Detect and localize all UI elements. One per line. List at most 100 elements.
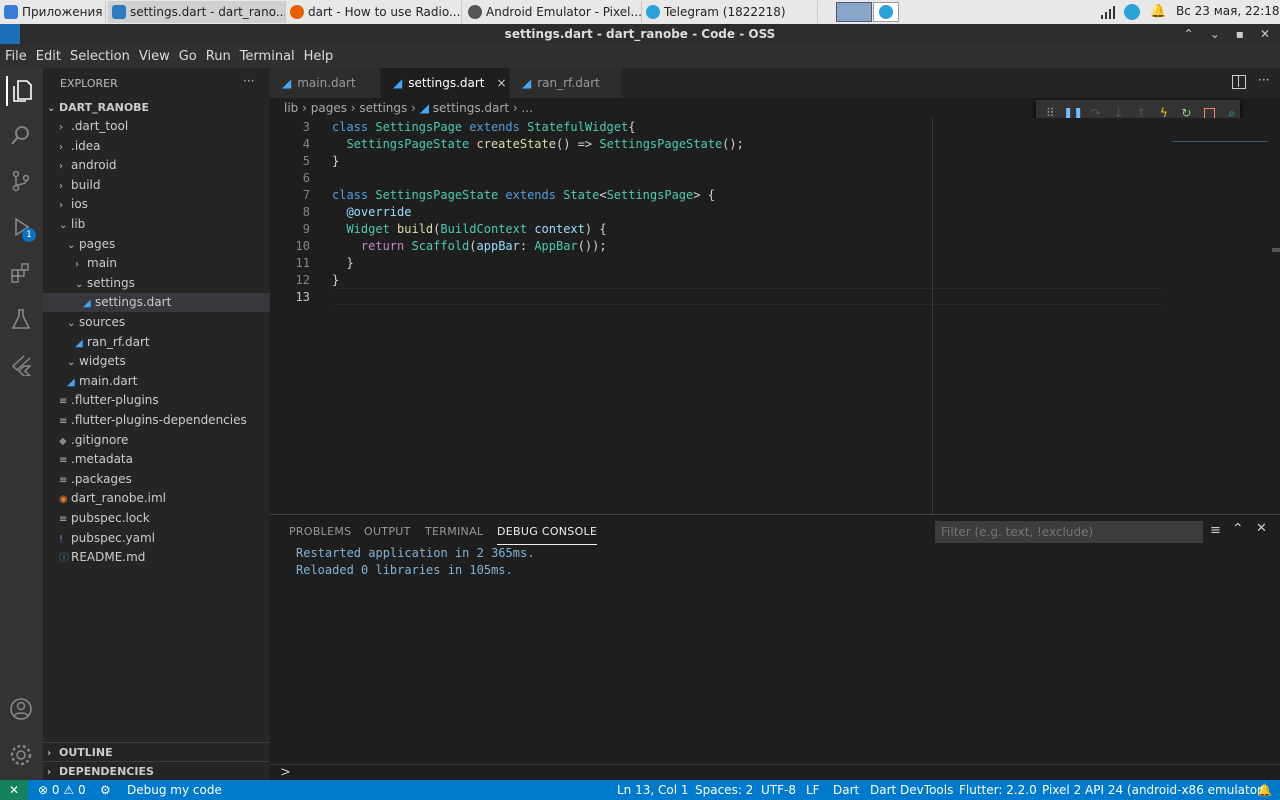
chevron-down-icon: ⌄	[75, 278, 84, 290]
close-tab-icon[interactable]: ×	[497, 76, 507, 90]
tree-folder[interactable]: › .idea	[43, 137, 270, 156]
breadcrumb-file[interactable]: settings.dart	[433, 101, 509, 115]
task-vscode[interactable]: settings.dart - dart_rano...	[108, 1, 286, 23]
apps-menu-button[interactable]: Приложения	[0, 1, 106, 23]
tree-folder[interactable]: ⌄ widgets	[43, 352, 270, 371]
tree-file[interactable]: ≡ .packages	[43, 470, 270, 489]
task-firefox[interactable]: dart - How to use Radio...	[286, 1, 462, 23]
tree-file[interactable]: ≡ pubspec.lock	[43, 509, 270, 528]
tree-folder[interactable]: › .dart_tool	[43, 117, 270, 136]
debug-config-label[interactable]: Debug my code	[127, 780, 222, 800]
flutter-icon[interactable]	[6, 350, 36, 380]
tree-file[interactable]: ◉ dart_ranobe.iml	[43, 489, 270, 508]
bell-icon[interactable]: 🔔	[1150, 4, 1166, 19]
testing-icon[interactable]	[6, 304, 36, 334]
task-emulator[interactable]: Android Emulator - Pixel...	[464, 1, 642, 23]
outline-section[interactable]: › OUTLINE	[43, 742, 270, 761]
tree-file[interactable]: ≡ .metadata	[43, 450, 270, 469]
search-icon[interactable]	[6, 120, 36, 150]
settings-gear-icon[interactable]	[6, 740, 36, 770]
breadcrumb-lib[interactable]: lib	[284, 101, 298, 115]
code-line: }	[332, 153, 339, 170]
tab-terminal[interactable]: TERMINAL	[425, 525, 483, 538]
menu-view[interactable]: View	[139, 49, 170, 64]
debug-config-icon[interactable]: ⚙	[100, 780, 111, 800]
tree-file[interactable]: ◢ ran_rf.dart	[43, 333, 270, 352]
explorer-icon[interactable]	[6, 76, 36, 106]
maximize-icon[interactable]: ▪	[1236, 24, 1244, 44]
tree-file[interactable]: ≡ .flutter-plugins	[43, 391, 270, 410]
tab-output[interactable]: OUTPUT	[364, 525, 411, 538]
menu-run[interactable]: Run	[206, 49, 231, 64]
explorer-more-icon[interactable]: ···	[243, 74, 254, 88]
close-panel-icon[interactable]: ✕	[1256, 521, 1267, 536]
source-control-icon[interactable]	[6, 166, 36, 196]
tree-folder[interactable]: ⌄ pages	[43, 235, 270, 254]
extensions-icon[interactable]	[6, 258, 36, 288]
breadcrumb-pages[interactable]: pages	[311, 101, 347, 115]
close-icon[interactable]: ✕	[1260, 24, 1270, 44]
console-input[interactable]: >	[270, 764, 1280, 781]
chevron-right-icon: ›	[59, 122, 63, 133]
menu-file[interactable]: File	[5, 49, 27, 64]
tree-folder[interactable]: ⌄ lib	[43, 215, 270, 234]
remote-icon[interactable]: ✕	[0, 780, 28, 800]
workspace-2[interactable]	[873, 2, 899, 22]
menu-help[interactable]: Help	[304, 49, 334, 64]
line-ending[interactable]: LF	[806, 780, 820, 800]
tree-folder[interactable]: ⌄ settings	[43, 274, 270, 293]
indentation[interactable]: Spaces: 2	[695, 780, 753, 800]
menu-selection[interactable]: Selection	[70, 49, 130, 64]
flutter-version[interactable]: Flutter: 2.2.0	[959, 780, 1037, 800]
breadcrumb-symbol[interactable]: ...	[521, 101, 532, 115]
tree-folder[interactable]: › android	[43, 156, 270, 175]
tree-file[interactable]: ! pubspec.yaml	[43, 529, 270, 548]
tree-file[interactable]: ◢ main.dart	[43, 372, 270, 391]
breadcrumb-settings[interactable]: settings	[359, 101, 407, 115]
console-filter-input[interactable]	[935, 521, 1203, 543]
word-wrap-icon[interactable]: ≡	[1210, 523, 1221, 538]
tab-main-dart[interactable]: ◢ main.dart	[270, 68, 380, 98]
restore-icon[interactable]: ⌄	[1210, 24, 1220, 44]
tree-file[interactable]: ◆ .gitignore	[43, 431, 270, 450]
dart-devtools[interactable]: Dart DevTools	[870, 780, 953, 800]
project-root[interactable]: ⌄ DART_RANOBE	[43, 98, 270, 117]
language-mode[interactable]: Dart	[833, 780, 859, 800]
tree-file[interactable]: ◢ settings.dart	[43, 293, 270, 313]
tab-problems[interactable]: PROBLEMS	[289, 525, 351, 538]
encoding[interactable]: UTF-8	[761, 780, 796, 800]
tab-settings-dart[interactable]: ◢ settings.dart ×	[381, 68, 509, 98]
tree-file[interactable]: ≡ .flutter-plugins-dependencies	[43, 411, 270, 430]
task-telegram[interactable]: Telegram (1822218)	[642, 1, 818, 23]
tree-folder[interactable]: › ios	[43, 195, 270, 214]
minimize-icon[interactable]: ⌃	[1184, 24, 1194, 44]
menu-terminal[interactable]: Terminal	[240, 49, 295, 64]
explorer-header: EXPLORER	[60, 77, 118, 90]
device-selector[interactable]: Pixel 2 API 24 (android-x86 emulator)	[1042, 780, 1267, 800]
account-icon[interactable]	[6, 694, 36, 724]
minimap[interactable]	[1172, 128, 1268, 142]
split-editor-icon[interactable]	[1232, 75, 1246, 89]
tree-folder[interactable]: › build	[43, 176, 270, 195]
more-actions-icon[interactable]: ···	[1258, 73, 1269, 87]
tab-ran-rf-dart[interactable]: ◢ ran_rf.dart	[510, 68, 622, 98]
maximize-panel-icon[interactable]: ⌃	[1232, 521, 1244, 537]
cursor-position[interactable]: Ln 13, Col 1	[617, 780, 689, 800]
tree-folder[interactable]: ⌄ sources	[43, 313, 270, 332]
clock[interactable]: Вс 23 мая, 22:18	[1176, 4, 1280, 18]
menu-edit[interactable]: Edit	[36, 49, 61, 64]
run-debug-icon[interactable]: 1	[6, 212, 36, 242]
menu-go[interactable]: Go	[179, 49, 197, 64]
code-editor[interactable]: 3 class SettingsPage extends StatefulWidg…	[270, 118, 1280, 514]
problems-status[interactable]: ⊗ 0 ⚠ 0	[38, 780, 86, 800]
telegram-tray-icon-2[interactable]	[1124, 4, 1140, 20]
line-number: 12	[295, 273, 310, 287]
dependencies-section[interactable]: › DEPENDENCIES	[43, 761, 270, 780]
scrollbar-thumb[interactable]	[1272, 248, 1280, 252]
tab-debug-console[interactable]: DEBUG CONSOLE	[497, 525, 598, 545]
notifications-bell-icon[interactable]: 🔔	[1257, 780, 1272, 800]
tree-file[interactable]: ⓘ README.md	[43, 548, 270, 567]
network-icon[interactable]	[1101, 5, 1115, 19]
tree-folder[interactable]: › main	[43, 254, 270, 273]
workspace-1[interactable]	[836, 2, 872, 22]
